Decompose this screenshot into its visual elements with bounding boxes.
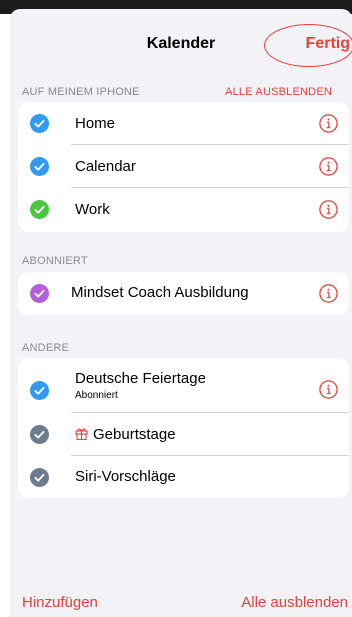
hide-all-on-iphone-button[interactable]: ALLE AUSBLENDEN xyxy=(225,86,332,98)
checkmark-icon[interactable] xyxy=(30,381,49,400)
calendar-row-deutsche-feiertage[interactable]: Deutsche Feiertage Abonniert xyxy=(18,358,349,413)
calendar-row-geburtstage[interactable]: Geburtstage xyxy=(18,413,349,456)
info-icon[interactable] xyxy=(319,200,338,219)
calendar-name: Deutsche Feiertage xyxy=(75,370,206,387)
calendar-name: Mindset Coach Ausbildung xyxy=(71,284,249,301)
calendar-subtitle: Abonniert xyxy=(75,390,118,401)
section-label-on-iphone: AUF MEINEM IPHONE xyxy=(22,86,140,98)
checkmark-icon[interactable] xyxy=(30,468,49,487)
calendar-name: Siri-Vorschläge xyxy=(75,468,176,485)
calendar-name: Work xyxy=(75,201,110,218)
calendar-name: Geburtstage xyxy=(93,426,176,443)
calendar-name-wrapper: Geburtstage xyxy=(75,426,176,443)
add-calendar-button[interactable]: Hinzufügen xyxy=(22,594,98,611)
info-icon[interactable] xyxy=(319,114,338,133)
info-icon[interactable] xyxy=(319,380,338,399)
calendar-name: Home xyxy=(75,115,116,132)
checkmark-icon[interactable] xyxy=(30,200,49,219)
checkmark-icon[interactable] xyxy=(30,114,49,133)
calendar-row-siri-vorschlaege[interactable]: Siri-Vorschläge xyxy=(18,456,349,498)
info-icon[interactable] xyxy=(319,284,338,303)
calendar-row-home[interactable]: Home xyxy=(18,102,349,145)
calendar-row-work[interactable]: Work xyxy=(18,188,349,232)
calendars-sheet: Kalender Fertig AUF MEINEM IPHONE ALLE A… xyxy=(10,9,352,617)
checkmark-icon[interactable] xyxy=(30,425,49,444)
done-button[interactable]: Fertig xyxy=(306,35,350,53)
section-label-subscribed: ABONNIERT xyxy=(22,255,88,267)
calendar-name: Calendar xyxy=(75,158,136,175)
info-icon[interactable] xyxy=(319,157,338,176)
sheet-header: Kalender Fertig xyxy=(10,9,352,69)
section-label-other: ANDERE xyxy=(22,342,70,354)
calendar-row-calendar[interactable]: Calendar xyxy=(18,145,349,188)
hide-all-button[interactable]: Alle ausblenden xyxy=(241,594,348,611)
checkmark-icon[interactable] xyxy=(30,284,49,303)
gift-icon xyxy=(75,428,88,440)
calendar-row-mindset-coach[interactable]: Mindset Coach Ausbildung xyxy=(18,272,349,315)
other-group: Deutsche Feiertage Abonniert Geburtstage… xyxy=(18,358,349,498)
on-iphone-group: Home Calendar Work xyxy=(18,102,349,232)
checkmark-icon[interactable] xyxy=(30,157,49,176)
subscribed-group: Mindset Coach Ausbildung xyxy=(18,272,349,315)
